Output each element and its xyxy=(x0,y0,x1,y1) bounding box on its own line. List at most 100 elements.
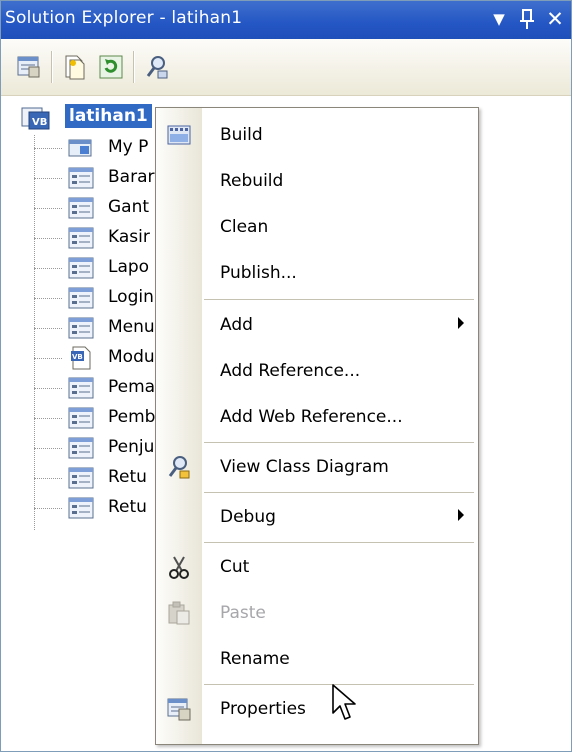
dropdown-arrow-icon[interactable]: ▼ xyxy=(485,5,513,33)
tree-connector xyxy=(34,328,62,329)
menu-separator xyxy=(204,442,474,443)
menu-item-rename[interactable]: Rename xyxy=(156,638,478,682)
vb-project-icon: VB xyxy=(21,107,50,130)
menu-item-clean[interactable]: Clean xyxy=(156,206,478,250)
tree-connector xyxy=(34,268,62,269)
tree-item[interactable]: Lapo xyxy=(34,253,164,283)
tree-item[interactable]: Kasir xyxy=(34,223,164,253)
tree-connector xyxy=(34,388,62,389)
menu-item-properties[interactable]: Properties xyxy=(156,688,478,732)
tree-connector xyxy=(34,298,62,299)
tree-item-label: Retu xyxy=(108,467,147,487)
menu-item-label: Add Reference... xyxy=(220,361,361,381)
menu-item-label: Properties xyxy=(220,699,306,719)
tree-connector xyxy=(34,358,62,359)
tree-item-label: Pemb xyxy=(108,407,156,427)
tree-item[interactable]: Pemb xyxy=(34,403,164,433)
scissors-icon xyxy=(169,556,189,579)
submenu-arrow-icon xyxy=(458,317,464,329)
menu-item-label: Add xyxy=(220,315,253,335)
form-icon xyxy=(68,257,94,279)
tree-item-label: Menu xyxy=(108,317,155,337)
form-icon xyxy=(68,407,94,429)
tree-item-label: Lapo xyxy=(108,257,150,277)
menu-item-view-class-diagram[interactable]: View Class Diagram xyxy=(156,446,478,490)
menu-item-label: Cut xyxy=(220,557,250,577)
tree-connector xyxy=(34,478,62,479)
close-icon[interactable]: ✕ xyxy=(541,5,569,33)
title-bar[interactable]: Solution Explorer - latihan1 ▼ ✕ xyxy=(1,1,571,39)
menu-item-publish[interactable]: Publish... xyxy=(156,252,478,296)
menu-item-cut[interactable]: Cut xyxy=(156,546,478,590)
tree-item-label: Retu xyxy=(108,497,147,517)
menu-item-add-web-reference[interactable]: Add Web Reference... xyxy=(156,396,478,440)
window-title: Solution Explorer - latihan1 xyxy=(5,8,243,28)
show-all-files-icon[interactable] xyxy=(61,53,89,81)
tree-item[interactable]: VB Modu xyxy=(34,343,164,373)
menu-item-build[interactable]: Build xyxy=(156,114,478,158)
refresh-icon[interactable] xyxy=(97,53,125,81)
menu-item-label: Add Web Reference... xyxy=(220,407,403,427)
submenu-arrow-icon xyxy=(458,509,464,521)
form-icon xyxy=(68,167,94,189)
tree-item-label: Modu xyxy=(108,347,155,367)
menu-separator xyxy=(204,542,474,543)
menu-item-label: Rebuild xyxy=(220,171,284,191)
form-icon xyxy=(68,377,94,399)
tree-item[interactable]: Gant xyxy=(34,193,164,223)
form-icon xyxy=(68,497,94,519)
menu-item-paste[interactable]: Paste xyxy=(156,592,478,636)
class-diagram-icon xyxy=(168,456,190,479)
form-icon xyxy=(68,197,94,219)
svg-text:VB: VB xyxy=(72,353,83,361)
tree-connector xyxy=(34,178,62,179)
tree-item[interactable]: Retu xyxy=(34,463,164,493)
menu-item-add-reference[interactable]: Add Reference... xyxy=(156,350,478,394)
form-icon xyxy=(68,317,94,339)
tree-item[interactable]: My P xyxy=(34,133,164,163)
tree-item-label: Pema xyxy=(108,377,156,397)
mouse-cursor-icon xyxy=(332,684,356,720)
tree-connector xyxy=(34,448,62,449)
menu-item-add[interactable]: Add xyxy=(156,304,478,348)
form-icon xyxy=(68,287,94,309)
tree-item[interactable]: Login xyxy=(34,283,164,313)
menu-item-debug[interactable]: Debug xyxy=(156,496,478,540)
tree-connector xyxy=(34,418,62,419)
menu-item-rebuild[interactable]: Rebuild xyxy=(156,160,478,204)
build-icon xyxy=(167,125,191,145)
tree-item-label: Gant xyxy=(108,197,150,217)
form-icon xyxy=(68,437,94,459)
view-class-diagram-icon[interactable] xyxy=(143,53,171,81)
menu-item-label: Debug xyxy=(220,507,276,527)
tree-item-label: Penju xyxy=(108,437,155,457)
tree-item-label: My P xyxy=(108,137,149,157)
menu-item-label: Rename xyxy=(220,649,290,669)
pin-icon[interactable] xyxy=(513,5,541,33)
menu-item-label: Clean xyxy=(220,217,269,237)
tree-item-label: Kasir xyxy=(108,227,150,247)
tree-item[interactable]: Retu xyxy=(34,493,164,523)
menu-item-label: Paste xyxy=(220,603,266,623)
form-icon xyxy=(68,227,94,249)
tree-connector xyxy=(34,148,62,149)
tree-item[interactable]: Menu xyxy=(34,313,164,343)
tree-item[interactable]: Penju xyxy=(34,433,164,463)
paste-icon xyxy=(168,601,190,625)
svg-text:VB: VB xyxy=(32,117,47,128)
tree-item[interactable]: Pema xyxy=(34,373,164,403)
menu-item-label: View Class Diagram xyxy=(220,457,389,477)
form-icon xyxy=(68,467,94,489)
menu-separator xyxy=(204,492,474,493)
properties-icon xyxy=(167,698,191,721)
menu-separator xyxy=(204,299,474,300)
tree-connector xyxy=(34,508,62,509)
solution-explorer-window: Solution Explorer - latihan1 ▼ ✕ VB lati… xyxy=(0,0,572,752)
properties-icon[interactable] xyxy=(15,53,43,81)
tree-item-label: Barar xyxy=(108,167,155,187)
vb-module-icon: VB xyxy=(71,346,91,370)
tree-item-label: Login xyxy=(108,287,154,307)
tree-item[interactable]: Barar xyxy=(34,163,164,193)
context-menu: Build Rebuild Clean Publish... Add Add R… xyxy=(155,107,479,745)
tree-connector xyxy=(34,208,62,209)
